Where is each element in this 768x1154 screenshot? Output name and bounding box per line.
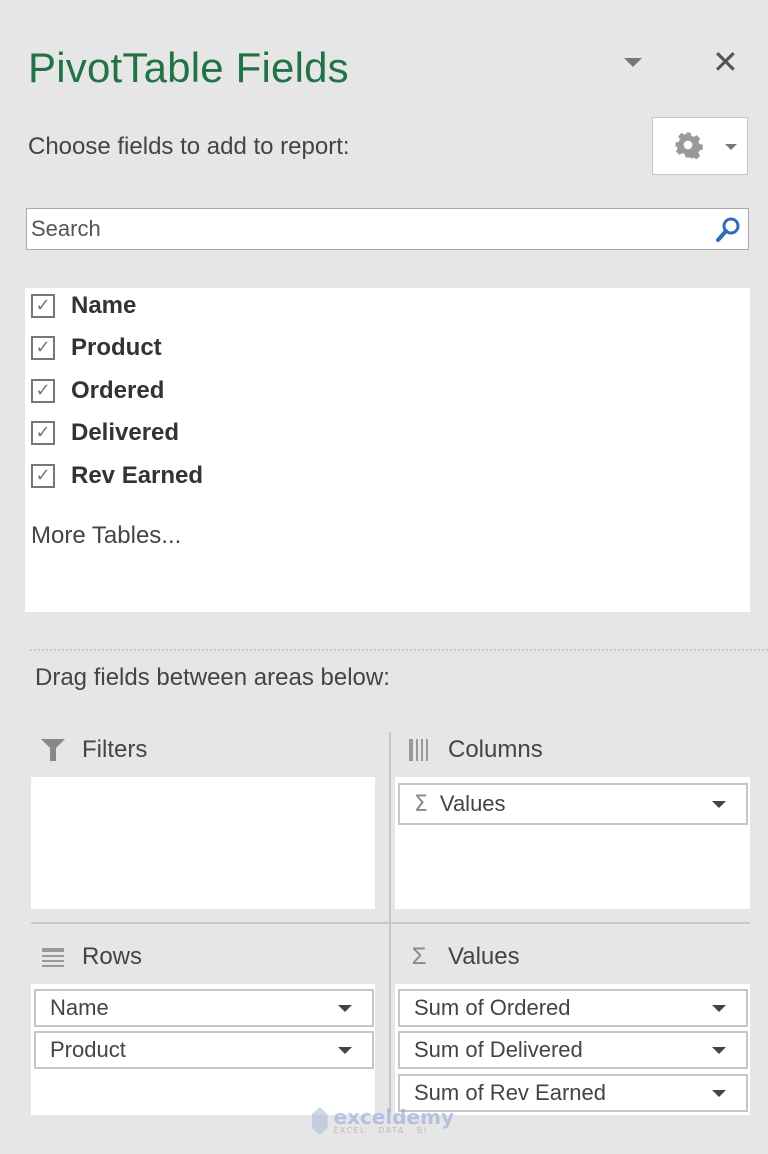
chevron-down-icon[interactable]	[712, 1004, 726, 1012]
chevron-down-icon[interactable]	[338, 1046, 352, 1054]
pill-label: Sum of Ordered	[414, 995, 571, 1020]
panel-title: PivotTable Fields	[28, 44, 349, 91]
rows-area-header: Rows	[38, 943, 142, 971]
columns-area-header: Columns	[404, 736, 543, 764]
area-horizontal-divider	[31, 922, 750, 924]
exceldemy-logo-icon	[312, 1107, 328, 1135]
choose-fields-label: Choose fields to add to report:	[28, 133, 350, 160]
values-item-sum-of-ordered[interactable]: Sum of Ordered	[398, 989, 748, 1027]
watermark-tagline: EXCEL · DATA · BI	[333, 1125, 428, 1135]
field-item-rev-earned[interactable]: ✓ Rev Earned	[31, 458, 203, 494]
filter-icon	[38, 738, 68, 762]
task-pane-options-dropdown[interactable]	[624, 58, 642, 67]
pill-label: Sum of Delivered	[414, 1037, 583, 1062]
values-drop-zone[interactable]: Sum of Ordered Sum of Delivered Sum of R…	[395, 984, 750, 1115]
search-icon[interactable]	[714, 215, 742, 243]
columns-icon	[404, 738, 434, 762]
chevron-down-icon	[725, 144, 737, 150]
section-divider[interactable]	[30, 649, 768, 651]
values-item-sum-of-delivered[interactable]: Sum of Delivered	[398, 1031, 748, 1069]
close-icon[interactable]: ✕	[712, 42, 739, 82]
field-label: Rev Earned	[71, 462, 204, 489]
rows-area-label: Rows	[82, 943, 143, 970]
checkbox-checked[interactable]: ✓	[31, 336, 55, 360]
checkbox-checked[interactable]: ✓	[31, 379, 55, 403]
pill-label: Values	[439, 791, 506, 816]
rows-drop-zone[interactable]: Name Product	[31, 984, 375, 1115]
pill-label: Product	[50, 1037, 126, 1062]
field-item-product[interactable]: ✓ Product	[31, 330, 162, 366]
gear-icon	[673, 130, 703, 167]
field-label: Delivered	[71, 419, 180, 446]
values-area-header: Σ Values	[404, 943, 520, 971]
rows-item-product[interactable]: Product	[34, 1031, 374, 1069]
checkbox-checked[interactable]: ✓	[31, 421, 55, 445]
filters-area-label: Filters	[82, 736, 148, 763]
watermark-brand: exceldemy	[333, 1104, 455, 1129]
filters-drop-zone[interactable]	[31, 777, 375, 909]
field-item-delivered[interactable]: ✓ Delivered	[31, 415, 179, 451]
sigma-icon: Σ	[411, 943, 427, 970]
field-item-name[interactable]: ✓ Name	[31, 288, 136, 324]
columns-item-values[interactable]: Σ Values	[398, 783, 748, 825]
chevron-down-icon[interactable]	[712, 1089, 726, 1097]
checkbox-checked[interactable]: ✓	[31, 294, 55, 318]
values-area-label: Values	[448, 943, 520, 970]
drag-fields-label: Drag fields between areas below:	[35, 664, 390, 691]
field-label: Ordered	[71, 377, 165, 404]
field-list: ✓ Name ✓ Product ✓ Ordered ✓ Delivered ✓…	[25, 288, 750, 612]
rows-item-name[interactable]: Name	[34, 989, 374, 1027]
filters-area-header: Filters	[38, 736, 147, 764]
field-label: Name	[71, 292, 137, 319]
search-box	[26, 208, 749, 250]
checkbox-checked[interactable]: ✓	[31, 464, 55, 488]
chevron-down-icon[interactable]	[338, 1004, 352, 1012]
search-input[interactable]	[27, 209, 695, 249]
watermark: exceldemy EXCEL · DATA · BI	[312, 1103, 454, 1139]
chevron-down-icon[interactable]	[712, 800, 726, 808]
sigma-icon: Σ	[414, 791, 428, 817]
columns-drop-zone[interactable]: Σ Values	[395, 777, 750, 909]
more-tables-link[interactable]: More Tables...	[31, 522, 181, 550]
tools-settings-button[interactable]	[652, 117, 748, 175]
chevron-down-icon[interactable]	[712, 1046, 726, 1054]
field-label: Product	[71, 334, 162, 361]
columns-area-label: Columns	[448, 736, 543, 763]
pill-label: Name	[50, 995, 109, 1020]
field-item-ordered[interactable]: ✓ Ordered	[31, 373, 164, 409]
rows-icon	[38, 947, 68, 967]
